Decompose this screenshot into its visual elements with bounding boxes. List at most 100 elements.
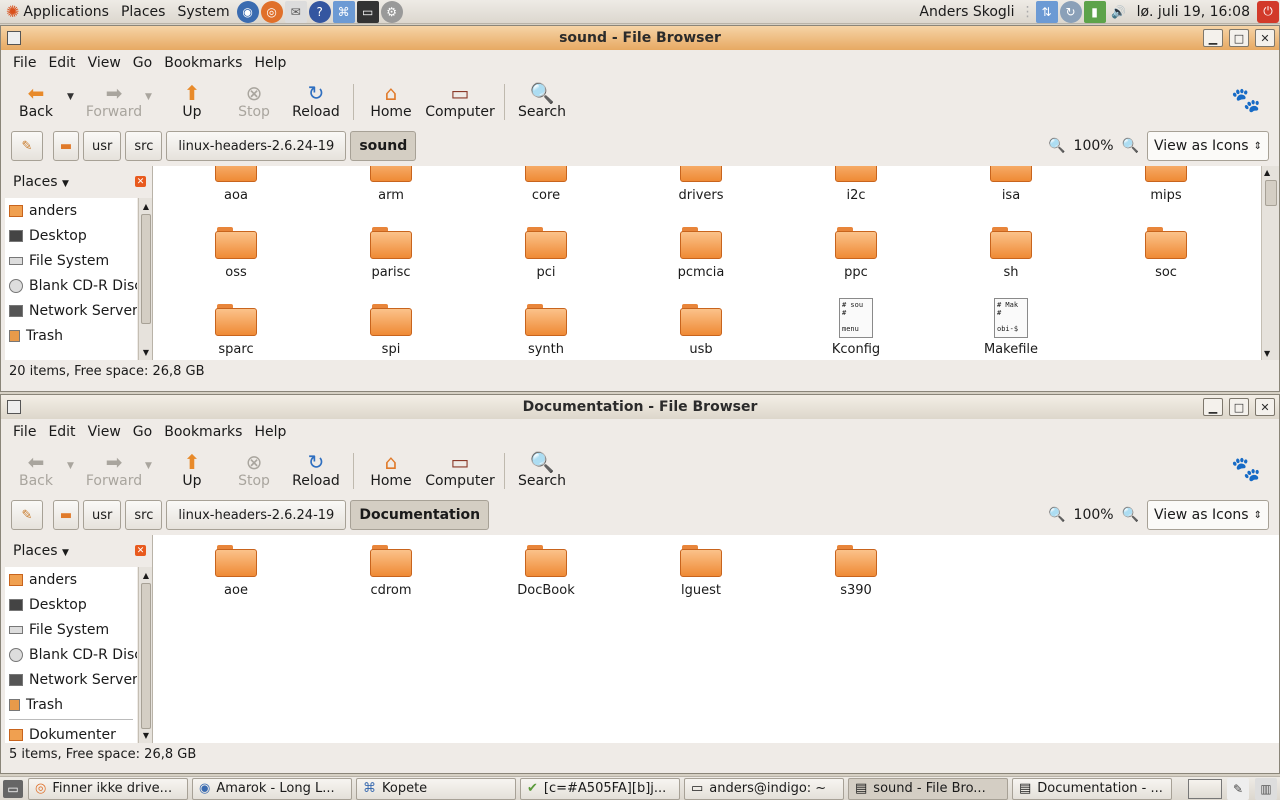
close-button[interactable]: ✕ bbox=[1255, 398, 1275, 416]
scroll-up-arrow-icon[interactable]: ▲ bbox=[139, 200, 153, 212]
path-current-button[interactable]: Documentation bbox=[350, 500, 490, 530]
scroll-up-arrow-icon[interactable]: ▲ bbox=[139, 569, 153, 581]
applications-menu[interactable]: ✺ Applications bbox=[0, 2, 115, 21]
maximize-button[interactable]: □ bbox=[1229, 398, 1249, 416]
menu-go[interactable]: Go bbox=[127, 55, 158, 71]
scroll-up-arrow-icon[interactable]: ▲ bbox=[1264, 168, 1270, 177]
folder-item[interactable]: soc bbox=[1106, 227, 1226, 280]
menu-file[interactable]: File bbox=[7, 55, 42, 71]
taskbar-item[interactable]: ▤ Documentation - ... bbox=[1012, 777, 1172, 800]
taskbar-item[interactable]: ◉ Amarok - Long L... bbox=[192, 777, 352, 800]
network-globe-icon[interactable]: ◉ bbox=[236, 0, 259, 23]
window-titlebar[interactable]: Documentation - File Browser ▁ □ ✕ bbox=[1, 395, 1279, 419]
folder-item[interactable]: sh bbox=[951, 227, 1071, 280]
clock[interactable]: lø. juli 19, 16:08 bbox=[1131, 4, 1256, 20]
folder-item[interactable]: pcmcia bbox=[641, 227, 761, 280]
back-history-dropdown[interactable]: ▼ bbox=[67, 445, 83, 471]
close-side-pane-icon[interactable]: ✕ bbox=[135, 545, 146, 556]
side-pane-selector[interactable]: Places ▼ bbox=[13, 174, 69, 190]
place-dokumenter[interactable]: Dokumenter bbox=[5, 722, 137, 743]
path-src-button[interactable]: src bbox=[125, 131, 163, 161]
place-desktop[interactable]: Desktop bbox=[5, 592, 137, 617]
places-scrollbar[interactable]: ▲ ▼ bbox=[138, 567, 152, 743]
maximize-button[interactable]: □ bbox=[1229, 29, 1249, 47]
place-trash[interactable]: Trash bbox=[5, 323, 137, 348]
taskbar-item-active[interactable]: ▤ sound - File Bro... bbox=[848, 777, 1008, 800]
file-item[interactable]: # sou # menu Kconfig bbox=[796, 298, 916, 357]
search-button[interactable]: 🔍 Search bbox=[511, 76, 573, 120]
workspace-switcher[interactable] bbox=[1188, 778, 1222, 799]
scrollbar-thumb[interactable] bbox=[141, 583, 151, 729]
folder-item[interactable]: drivers bbox=[641, 166, 761, 203]
toggle-location-entry-button[interactable]: ✎ bbox=[11, 131, 43, 161]
up-button[interactable]: ⬆ Up bbox=[161, 445, 223, 489]
path-root-button[interactable]: ▬ bbox=[53, 500, 79, 530]
home-button[interactable]: ⌂ Home bbox=[360, 76, 422, 120]
folder-item[interactable]: synth bbox=[486, 304, 606, 357]
folder-item[interactable]: s390 bbox=[796, 545, 916, 598]
place-network-servers[interactable]: Network Servers bbox=[5, 667, 137, 692]
place-file-system[interactable]: File System bbox=[5, 248, 137, 273]
menu-bookmarks[interactable]: Bookmarks bbox=[158, 55, 248, 71]
path-current-button[interactable]: sound bbox=[350, 131, 417, 161]
minimize-button[interactable]: ▁ bbox=[1203, 29, 1223, 47]
stop-button[interactable]: ⊗ Stop bbox=[223, 76, 285, 120]
minimize-button[interactable]: ▁ bbox=[1203, 398, 1223, 416]
folder-item[interactable]: isa bbox=[951, 166, 1071, 203]
view-mode-select[interactable]: View as Icons ⇕ bbox=[1147, 500, 1269, 530]
stop-button[interactable]: ⊗ Stop bbox=[223, 445, 285, 489]
side-pane-selector[interactable]: Places ▼ bbox=[13, 543, 69, 559]
reload-button[interactable]: ↻ Reload bbox=[285, 76, 347, 120]
window-titlebar[interactable]: sound - File Browser ▁ □ ✕ bbox=[1, 26, 1279, 50]
path-root-button[interactable]: ▬ bbox=[53, 131, 79, 161]
place-blank-cd[interactable]: Blank CD-R Disc bbox=[5, 642, 137, 667]
home-button[interactable]: ⌂ Home bbox=[360, 445, 422, 489]
forward-history-dropdown[interactable]: ▼ bbox=[145, 445, 161, 471]
reload-button[interactable]: ↻ Reload bbox=[285, 445, 347, 489]
folder-item[interactable]: usb bbox=[641, 304, 761, 357]
system-menu[interactable]: System bbox=[171, 4, 235, 20]
menu-go[interactable]: Go bbox=[127, 424, 158, 440]
folder-item[interactable]: sparc bbox=[176, 304, 296, 357]
notes-icon[interactable]: ✎ bbox=[1227, 777, 1249, 800]
menu-help[interactable]: Help bbox=[248, 424, 292, 440]
folder-item[interactable]: pci bbox=[486, 227, 606, 280]
network-status-icon[interactable]: ⇅ bbox=[1035, 0, 1058, 23]
file-item[interactable]: # Mak # obi-$ Makefile bbox=[951, 298, 1071, 357]
menu-file[interactable]: File bbox=[7, 424, 42, 440]
view-mode-select[interactable]: View as Icons ⇕ bbox=[1147, 131, 1269, 161]
zoom-out-icon[interactable]: 🔍 bbox=[1048, 507, 1065, 523]
firefox-icon[interactable]: ◎ bbox=[260, 0, 283, 23]
menu-help[interactable]: Help bbox=[248, 55, 292, 71]
trash-applet-icon[interactable]: ▥ bbox=[1255, 777, 1277, 800]
menu-bookmarks[interactable]: Bookmarks bbox=[158, 424, 248, 440]
folder-item[interactable]: aoa bbox=[176, 166, 296, 203]
path-linux-headers-button[interactable]: linux-headers-2.6.24-19 bbox=[166, 131, 347, 161]
menu-view[interactable]: View bbox=[82, 55, 127, 71]
zoom-in-icon[interactable]: 🔍 bbox=[1122, 507, 1139, 523]
help-icon[interactable]: ? bbox=[308, 0, 331, 23]
user-name[interactable]: Anders Skogli bbox=[913, 4, 1020, 20]
up-button[interactable]: ⬆ Up bbox=[161, 76, 223, 120]
place-trash[interactable]: Trash bbox=[5, 692, 137, 717]
computer-button[interactable]: ▭ Computer bbox=[422, 445, 498, 489]
menu-edit[interactable]: Edit bbox=[42, 55, 81, 71]
zoom-out-icon[interactable]: 🔍 bbox=[1048, 138, 1065, 154]
back-button[interactable]: ⬅ Back bbox=[5, 76, 67, 120]
scrollbar-thumb[interactable] bbox=[1265, 180, 1277, 206]
taskbar-item[interactable]: ◎ Finner ikke drive... bbox=[28, 777, 188, 800]
scroll-down-arrow-icon[interactable]: ▼ bbox=[139, 729, 153, 741]
toggle-location-entry-button[interactable]: ✎ bbox=[11, 500, 43, 530]
place-anders[interactable]: anders bbox=[5, 198, 137, 223]
folder-item[interactable]: lguest bbox=[641, 545, 761, 598]
path-linux-headers-button[interactable]: linux-headers-2.6.24-19 bbox=[166, 500, 347, 530]
path-usr-button[interactable]: usr bbox=[83, 131, 122, 161]
show-desktop-icon[interactable]: ▭ bbox=[3, 779, 23, 798]
folder-item[interactable]: spi bbox=[331, 304, 451, 357]
window-menu-icon[interactable] bbox=[7, 400, 21, 414]
back-button[interactable]: ⬅ Back bbox=[5, 445, 67, 489]
menu-edit[interactable]: Edit bbox=[42, 424, 81, 440]
scroll-down-arrow-icon[interactable]: ▼ bbox=[139, 346, 153, 358]
search-button[interactable]: 🔍 Search bbox=[511, 445, 573, 489]
battery-icon[interactable]: ▮ bbox=[1083, 0, 1106, 23]
